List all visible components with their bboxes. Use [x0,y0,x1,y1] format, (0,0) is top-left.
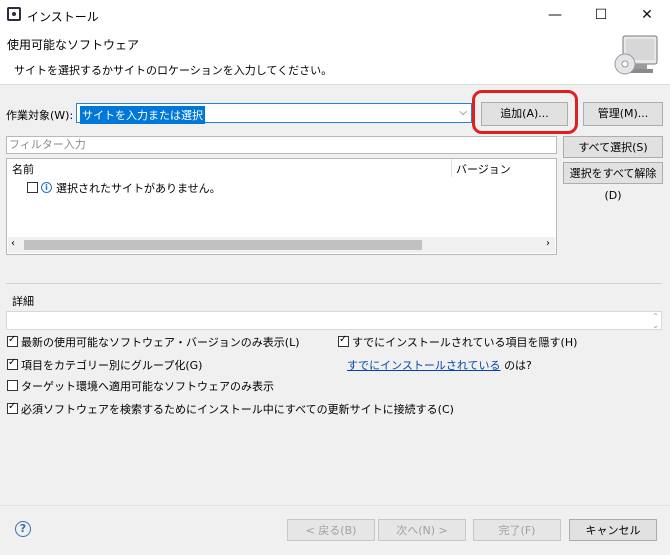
work-with-label: 作業対象(W): [6,109,74,122]
scrollbar-thumb[interactable] [24,240,422,250]
column-header-version[interactable]: バージョン [456,161,511,177]
hide-installed-checkbox[interactable] [338,334,349,347]
details-scroll-icon[interactable]: ⌃ ⌄ [652,312,659,330]
next-button[interactable]: 次へ(N) > [378,519,466,541]
finish-button[interactable]: 完了(F) [473,519,561,541]
deselect-all-button[interactable]: 選択をすべて解除(D) [563,162,663,202]
page-title: 使用可能なソフトウェア [7,38,140,52]
chevron-down-icon[interactable]: ⌵ [459,107,467,118]
software-table: 名前 バージョン i 選択されたサイトがありません。 ‹ › [6,158,557,255]
page-description: サイトを選択するかサイトのロケーションを入力してください。 [14,64,333,77]
details-text-area[interactable]: ⌃ ⌄ [6,311,662,330]
close-button[interactable]: ✕ [624,0,670,30]
manage-sites-button[interactable]: 管理(M)... [583,102,663,126]
work-with-value: サイトを入力または選択 [80,106,205,124]
target-env-only-checkbox[interactable] [7,380,18,391]
minimize-button[interactable]: — [532,0,578,30]
latest-only-checkbox[interactable] [7,334,18,347]
horizontal-scrollbar[interactable]: ‹ › [8,237,555,253]
table-row-checkbox[interactable] [27,182,38,193]
cancel-button[interactable]: キャンセル [569,519,657,541]
group-by-category-checkbox[interactable] [7,357,18,370]
filter-input[interactable]: フィルター入力 [6,136,557,154]
target-env-only-label: ターゲット環境へ適用可能なソフトウェアのみ表示 [21,380,274,393]
add-site-button[interactable]: 追加(A)... [481,102,568,126]
eclipse-app-icon [7,7,21,21]
monitor-cd-icon [614,35,658,75]
column-header-name[interactable]: 名前 [12,161,34,177]
maximize-button[interactable]: ☐ [578,0,624,30]
already-installed-suffix: のは? [504,359,532,372]
group-by-category-label: 項目をカテゴリー別にグループ化(G) [21,359,203,372]
column-divider[interactable] [451,159,452,177]
already-installed-link[interactable]: すでにインストールされている [347,359,501,372]
info-icon: i [41,182,52,193]
scroll-right-icon[interactable]: › [546,238,550,249]
table-empty-message: 選択されたサイトがありません。 [56,182,221,195]
latest-only-label: 最新の使用可能なソフトウェア・バージョンのみ表示(L) [21,336,300,349]
hide-installed-label: すでにインストールされている項目を隠す(H) [352,336,578,349]
help-icon[interactable]: ? [15,521,31,537]
work-with-combo[interactable]: サイトを入力または選択 ⌵ [76,103,472,124]
window-title: インストール [27,10,99,24]
details-separator [6,283,662,284]
select-all-button[interactable]: すべて選択(S) [563,136,663,158]
contact-all-sites-checkbox[interactable] [7,401,18,414]
contact-all-sites-label: 必須ソフトウェアを検索するためにインストール中にすべての更新サイトに接続する(C… [21,403,454,416]
already-installed-row: すでにインストールされている のは? [347,357,532,373]
details-label: 詳細 [12,295,34,308]
footer-separator [0,505,670,506]
scroll-left-icon[interactable]: ‹ [11,238,15,249]
back-button[interactable]: < 戻る(B) [287,519,375,541]
